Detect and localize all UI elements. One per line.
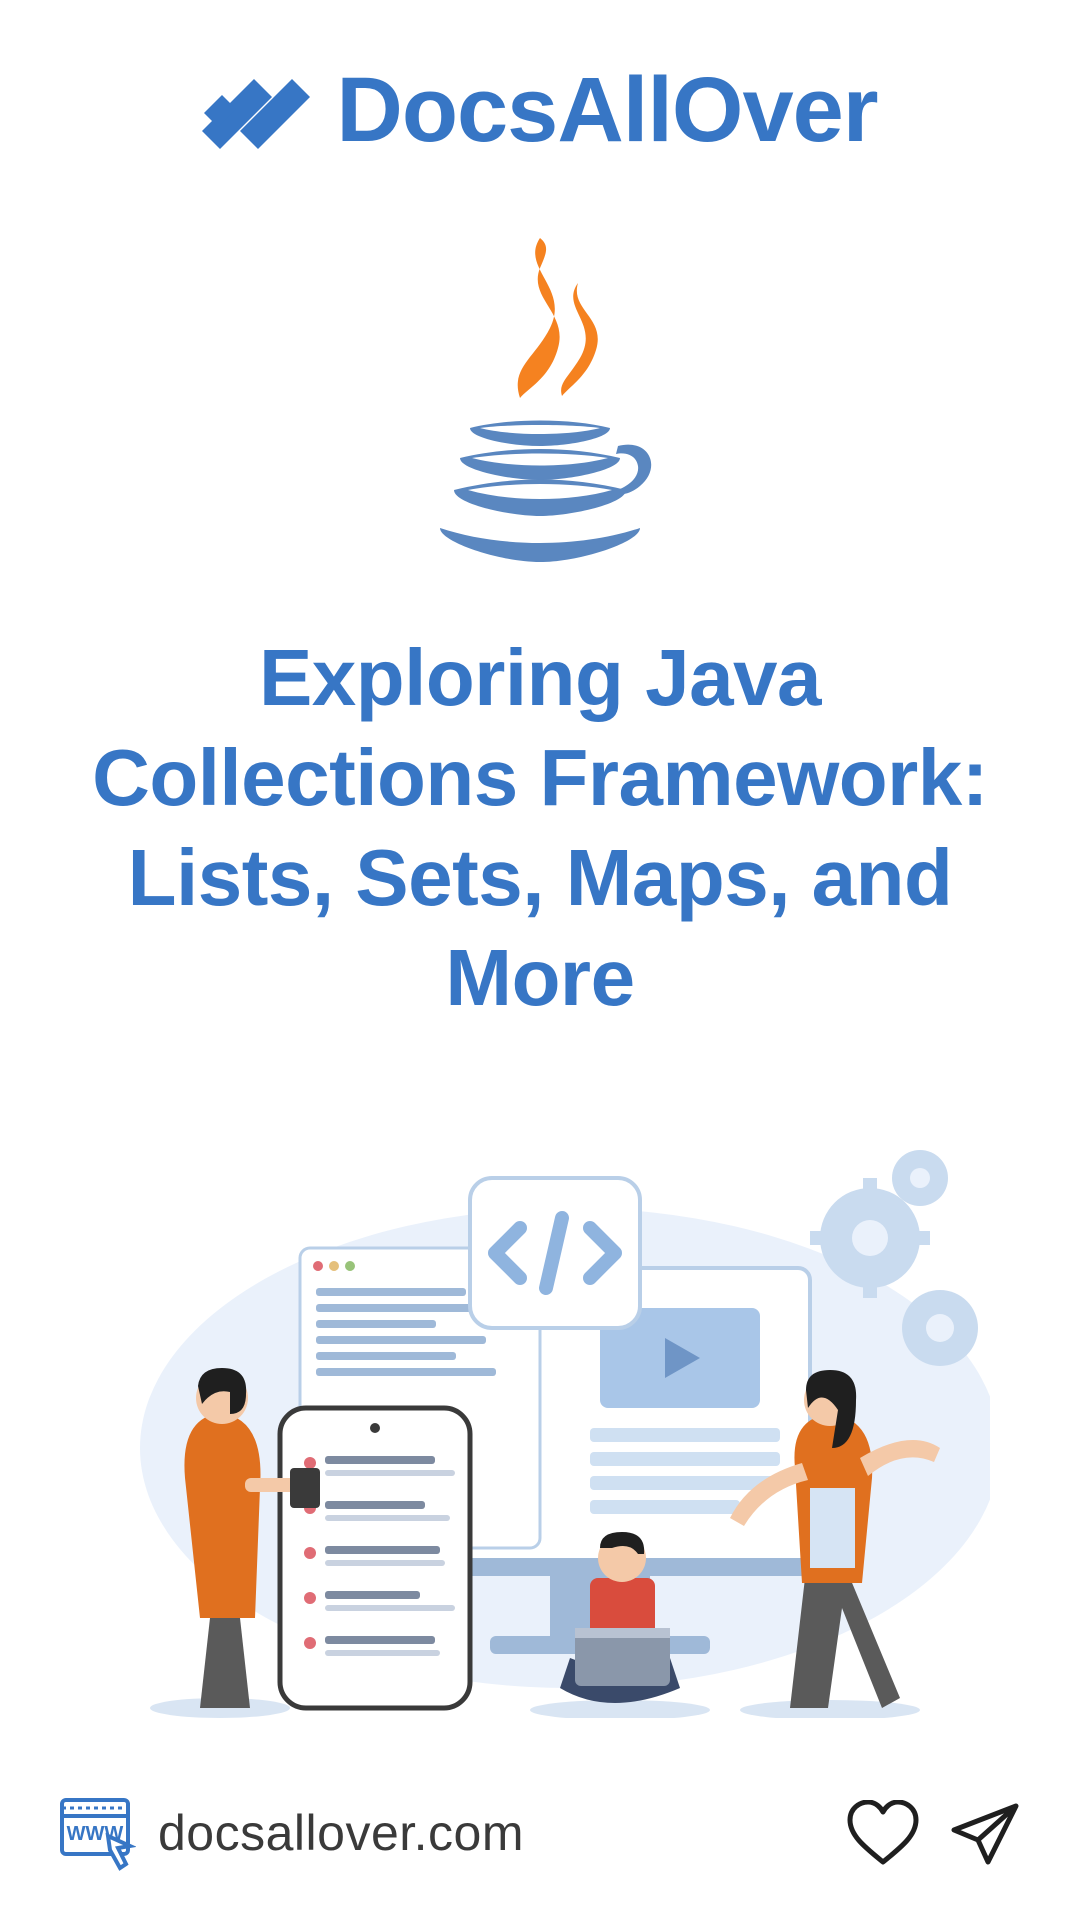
footer-left: WWW docsallover.com bbox=[58, 1794, 524, 1872]
java-icon bbox=[410, 228, 670, 568]
brand-name: DocsAllOver bbox=[336, 58, 877, 163]
slashes-icon bbox=[202, 67, 312, 155]
website-url[interactable]: docsallover.com bbox=[158, 1804, 524, 1862]
paper-plane-icon[interactable] bbox=[948, 1800, 1022, 1866]
browser-www-icon: WWW bbox=[58, 1794, 136, 1872]
footer-right bbox=[846, 1800, 1022, 1866]
footer: WWW docsallover.com bbox=[0, 1794, 1080, 1872]
heart-icon[interactable] bbox=[846, 1800, 920, 1866]
hero-illustration bbox=[90, 1118, 990, 1718]
header: DocsAllOver bbox=[202, 58, 877, 163]
page-title: Exploring Java Collections Framework: Li… bbox=[0, 628, 1080, 1028]
